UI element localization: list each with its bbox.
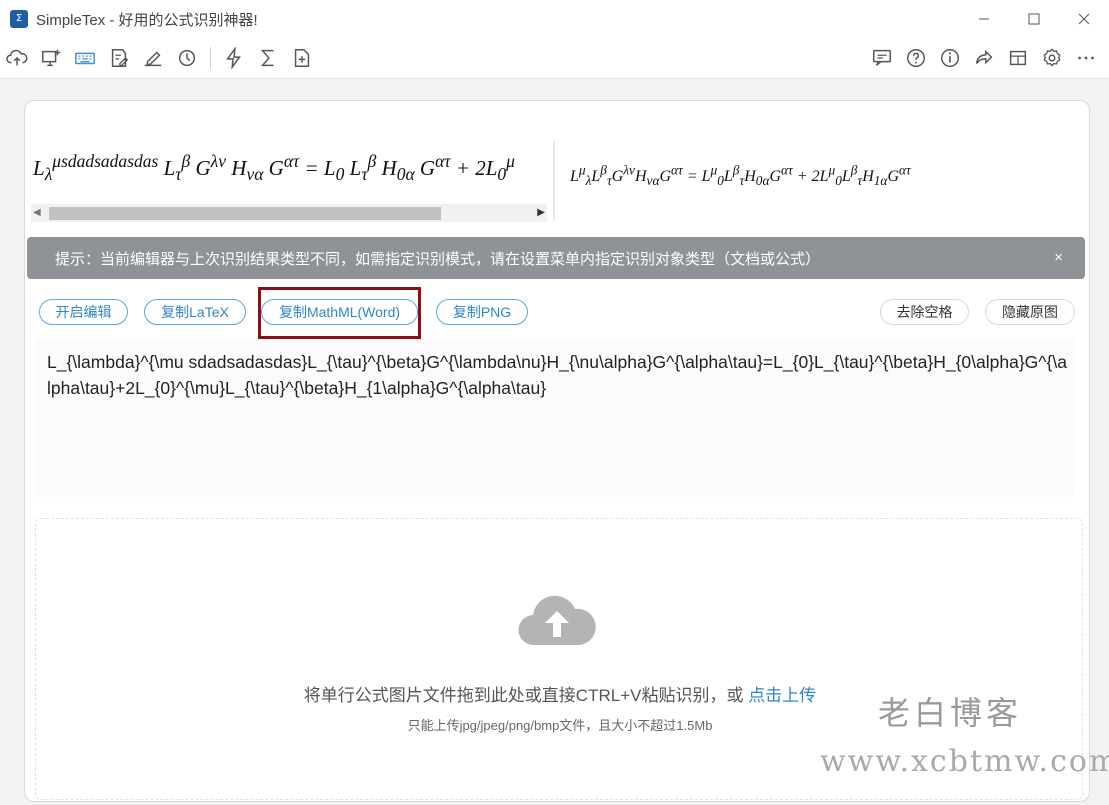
document-edit-button[interactable] (102, 41, 136, 75)
maximize-icon (1028, 13, 1040, 25)
window-icon (1009, 50, 1027, 66)
handwriting-icon (144, 51, 162, 67)
share-button[interactable] (967, 41, 1001, 75)
keyboard-icon (75, 52, 95, 65)
notice-banner: 提示：当前编辑器与上次识别结果类型不同，如需指定识别模式，请在设置菜单内指定识别… (27, 237, 1085, 279)
formula-preview-left: Lλμsdadsadasdas Lτβ Gλν Hνα Gατ = L0 Lτβ… (29, 141, 549, 241)
title-bar: Σ SimpleTex - 好用的公式识别神器! (0, 0, 1109, 38)
latex-output-text[interactable]: L_{\lambda}^{\mu sdadsadasdas}L_{\tau}^{… (47, 349, 1067, 401)
add-file-icon (294, 49, 310, 67)
cloud-upload-icon (518, 595, 596, 646)
toolbar-right-group (865, 41, 1103, 75)
maximize-button[interactable] (1009, 0, 1059, 38)
watermark-name: 老白博客 (878, 694, 1023, 732)
watermark-url: www.xcbtmw.com (820, 744, 1109, 779)
minimize-icon (979, 18, 989, 20)
cloud-upload-icon (6, 49, 28, 66)
minimize-button[interactable] (959, 0, 1009, 38)
cloud-upload-button[interactable] (0, 41, 34, 75)
upload-instruction-text: 将单行公式图片文件拖到此处或直接CTRL+V粘贴识别，或 (303, 686, 749, 705)
formula-button[interactable] (251, 41, 285, 75)
latex-output-area[interactable]: L_{\lambda}^{\mu sdadsadasdas}L_{\tau}^{… (35, 339, 1075, 497)
settings-icon (1043, 48, 1061, 67)
keyboard-button[interactable] (68, 41, 102, 75)
info-icon (941, 49, 959, 67)
scrollbar-thumb[interactable] (49, 207, 441, 220)
sigma-icon (260, 49, 274, 67)
history-button[interactable] (170, 41, 204, 75)
share-icon (975, 49, 993, 65)
scroll-left-arrow-icon[interactable]: ◀ (33, 207, 41, 218)
original-formula-text: LμλLβτGλνHναGατ = Lμ0LβτH0αGατ + 2Lμ0Lβτ… (570, 163, 911, 189)
feedback-icon (873, 49, 891, 66)
more-button[interactable] (1069, 41, 1103, 75)
handwriting-button[interactable] (136, 41, 170, 75)
window-controls (959, 0, 1109, 38)
close-icon (1078, 13, 1090, 25)
toolbar (0, 38, 1109, 79)
info-button[interactable] (933, 41, 967, 75)
scroll-right-arrow-icon[interactable]: ▶ (537, 207, 545, 218)
edit-document-icon (111, 49, 129, 67)
screen-capture-button[interactable] (34, 41, 68, 75)
original-image-preview: LμλLβτGλνHναGατ = Lμ0LβτH0αGατ + 2Lμ0Lβτ… (570, 163, 911, 190)
settings-button[interactable] (1035, 41, 1069, 75)
remove-spaces-button[interactable]: 去除空格 (880, 299, 969, 325)
highlight-annotation-box (258, 287, 421, 339)
quick-recognize-button[interactable] (217, 41, 251, 75)
help-icon (907, 49, 925, 67)
notice-close-icon[interactable]: × (1054, 249, 1063, 266)
window-mode-button[interactable] (1001, 41, 1035, 75)
rendered-formula-left: Lλμsdadsadasdas Lτβ Gλν Hνα Gατ = L0 Lτβ… (33, 151, 515, 185)
add-file-button[interactable] (285, 41, 319, 75)
close-window-button[interactable] (1059, 0, 1109, 38)
open-editor-button[interactable]: 开启编辑 (39, 299, 128, 325)
app-logo-icon: Σ (10, 10, 28, 28)
hide-original-button[interactable]: 隐藏原图 (985, 299, 1075, 325)
window-title: SimpleTex - 好用的公式识别神器! (36, 11, 258, 29)
toolbar-separator (210, 47, 211, 69)
lightning-icon (226, 47, 241, 69)
copy-png-button[interactable]: 复制PNG (436, 299, 528, 325)
preview-divider (553, 141, 555, 221)
help-button[interactable] (899, 41, 933, 75)
notice-text: 提示：当前编辑器与上次识别结果类型不同，如需指定识别模式，请在设置菜单内指定识别… (55, 250, 821, 268)
copy-latex-button[interactable]: 复制LaTeX (144, 299, 246, 325)
feedback-button[interactable] (865, 41, 899, 75)
history-icon (178, 49, 196, 67)
horizontal-scrollbar[interactable]: ◀ ▶ (31, 204, 547, 222)
formula-left-text: Lλμsdadsadasdas Lτβ Gλν Hνα Gατ = L0 Lτβ… (33, 151, 515, 185)
screen-capture-icon (42, 49, 61, 67)
more-icon (1078, 56, 1094, 60)
click-upload-link[interactable]: 点击上传 (748, 686, 816, 705)
